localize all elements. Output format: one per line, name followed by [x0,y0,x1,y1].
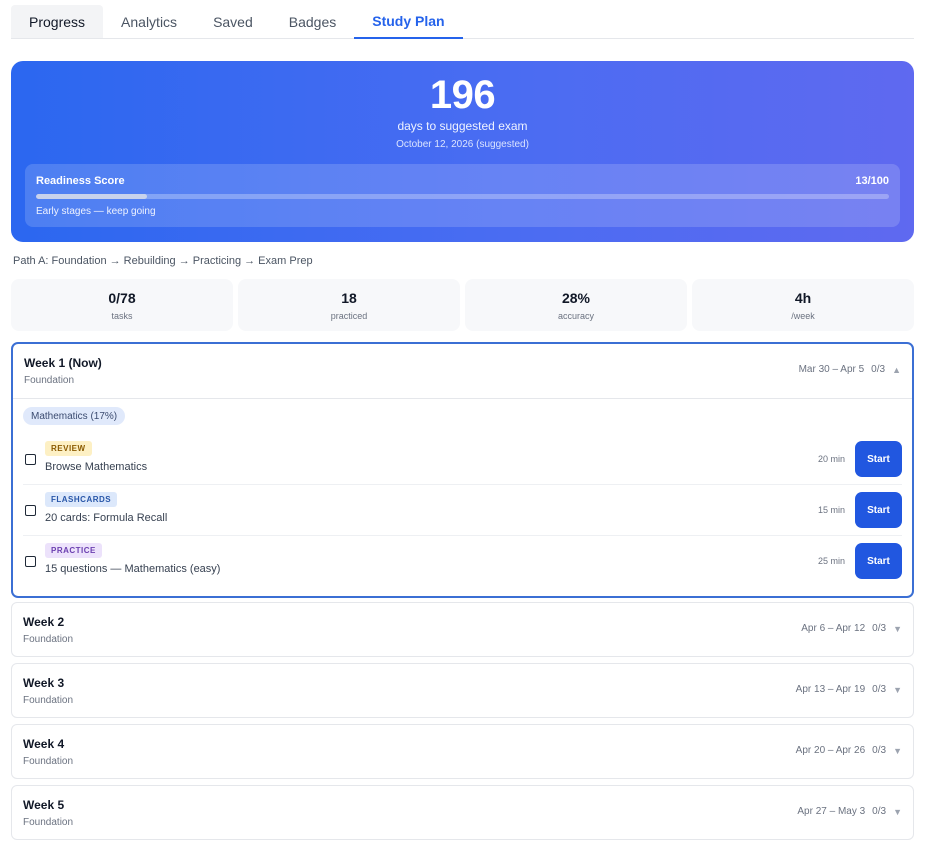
task-item: FLASHCARDS 20 cards: Formula Recall 15 m… [23,486,902,536]
study-path: Path A: Foundation → Rebuilding → Practi… [13,255,313,267]
task-duration: 15 min [817,505,845,515]
task-title: Browse Mathematics [45,461,148,473]
exam-date: October 12, 2026 (suggested) [396,139,529,150]
week-4-card[interactable]: Week 4 Foundation Apr 20 – Apr 26 0/3 ▼ [11,724,914,779]
chevron-down-icon[interactable]: ▼ [893,685,902,695]
readiness-note: Early stages — keep going [36,206,156,217]
readiness-score: 13/100 [855,175,889,187]
start-button[interactable]: Start [855,441,902,477]
week-date-range: Mar 30 – Apr 5 [798,364,865,375]
tab-analytics[interactable]: Analytics [103,5,195,38]
week-meta: Apr 20 – Apr 26 0/3 ▼ [796,745,902,756]
start-button[interactable]: Start [855,543,902,579]
stats-row: 0/78 tasks 18 practiced 28% accuracy 4h … [11,279,914,331]
week-progress: 0/3 [872,623,887,634]
stat-practiced: 18 practiced [238,279,460,331]
task-duration: 25 min [817,556,845,566]
stat-label: practiced [330,311,368,321]
week-date-range: Apr 20 – Apr 26 [795,745,866,756]
week-date-range: Apr 27 – May 3 [797,806,866,817]
week-phase: Foundation [23,634,74,645]
week-title: Week 2 [23,615,65,629]
task-title: 15 questions — Mathematics (easy) [45,563,221,575]
chevron-up-icon[interactable]: ▲ [892,365,901,375]
week-progress: 0/3 [872,745,887,756]
week-phase: Foundation [23,695,74,706]
stat-label: tasks [111,311,133,321]
week-progress: 0/3 [872,684,887,695]
readiness-panel: Readiness Score 13/100 Early stages — ke… [25,164,900,227]
tab-saved[interactable]: Saved [195,5,271,38]
readiness-label: Readiness Score [36,175,125,187]
stat-value: 0/78 [108,290,136,306]
week-meta: Apr 13 – Apr 19 0/3 ▼ [796,684,902,695]
stat-tasks: 0/78 tasks [11,279,233,331]
week-title: Week 4 [23,737,65,751]
task-item: PRACTICE 15 questions — Mathematics (eas… [23,537,902,587]
stat-hours-per-week: 4h /week [692,279,914,331]
tab-progress[interactable]: Progress [11,5,104,38]
task-duration: 20 min [817,454,845,464]
week-phase: Foundation [23,817,74,828]
exam-countdown-card: 196 days to suggested exam October 12, 2… [11,61,914,242]
chevron-down-icon[interactable]: ▼ [893,624,902,634]
week-5-card[interactable]: Week 5 Foundation Apr 27 – May 3 0/3 ▼ [11,785,914,840]
week-meta: Apr 6 – Apr 12 0/3 ▼ [801,623,902,634]
stat-label: accuracy [557,311,594,321]
stat-value: 18 [341,290,357,306]
week-1-tasks: Mathematics (17%) REVIEW Browse Mathemat… [13,398,912,579]
week-meta: Mar 30 – Apr 5 0/3 ▲ [799,364,901,375]
week-progress: 0/3 [871,364,886,375]
stat-value: 28% [561,290,591,306]
task-checkbox[interactable] [25,505,36,516]
readiness-progress-bar [36,194,889,199]
week-1-header[interactable]: Week 1 (Now) Foundation Mar 30 – Apr 5 0… [13,344,912,398]
days-subtitle: days to suggested exam [397,119,528,133]
tab-badges[interactable]: Badges [271,5,354,38]
stat-value: 4h [794,290,812,306]
task-checkbox[interactable] [25,556,36,567]
stat-accuracy: 28% accuracy [465,279,687,331]
subject-tag: Mathematics (17%) [23,407,126,425]
week-progress: 0/3 [872,806,887,817]
tab-bar: Progress Analytics Saved Badges Study Pl… [11,5,914,39]
chevron-down-icon[interactable]: ▼ [893,746,902,756]
week-1-card: Week 1 (Now) Foundation Mar 30 – Apr 5 0… [11,342,914,598]
days-count: 196 [429,73,496,117]
week-3-card[interactable]: Week 3 Foundation Apr 13 – Apr 19 0/3 ▼ [11,663,914,718]
week-date-range: Apr 6 – Apr 12 [801,623,866,634]
task-checkbox[interactable] [25,454,36,465]
week-title: Week 5 [23,798,65,812]
stat-label: /week [791,311,815,321]
task-type-badge: FLASHCARDS [45,492,118,507]
week-meta: Apr 27 – May 3 0/3 ▼ [797,806,902,817]
week-date-range: Apr 13 – Apr 19 [795,684,866,695]
task-title: 20 cards: Formula Recall [45,512,168,524]
week-title: Week 1 (Now) [24,356,102,370]
week-title: Week 3 [23,676,65,690]
week-2-card[interactable]: Week 2 Foundation Apr 6 – Apr 12 0/3 ▼ [11,602,914,657]
task-type-badge: REVIEW [45,441,92,456]
readiness-progress-fill [36,194,147,199]
task-type-badge: PRACTICE [45,543,102,558]
week-phase: Foundation [24,375,75,386]
start-button[interactable]: Start [855,492,902,528]
week-phase: Foundation [23,756,74,767]
tab-study-plan[interactable]: Study Plan [354,5,463,39]
chevron-down-icon[interactable]: ▼ [893,807,902,817]
task-item: REVIEW Browse Mathematics 20 min Start [23,435,902,485]
